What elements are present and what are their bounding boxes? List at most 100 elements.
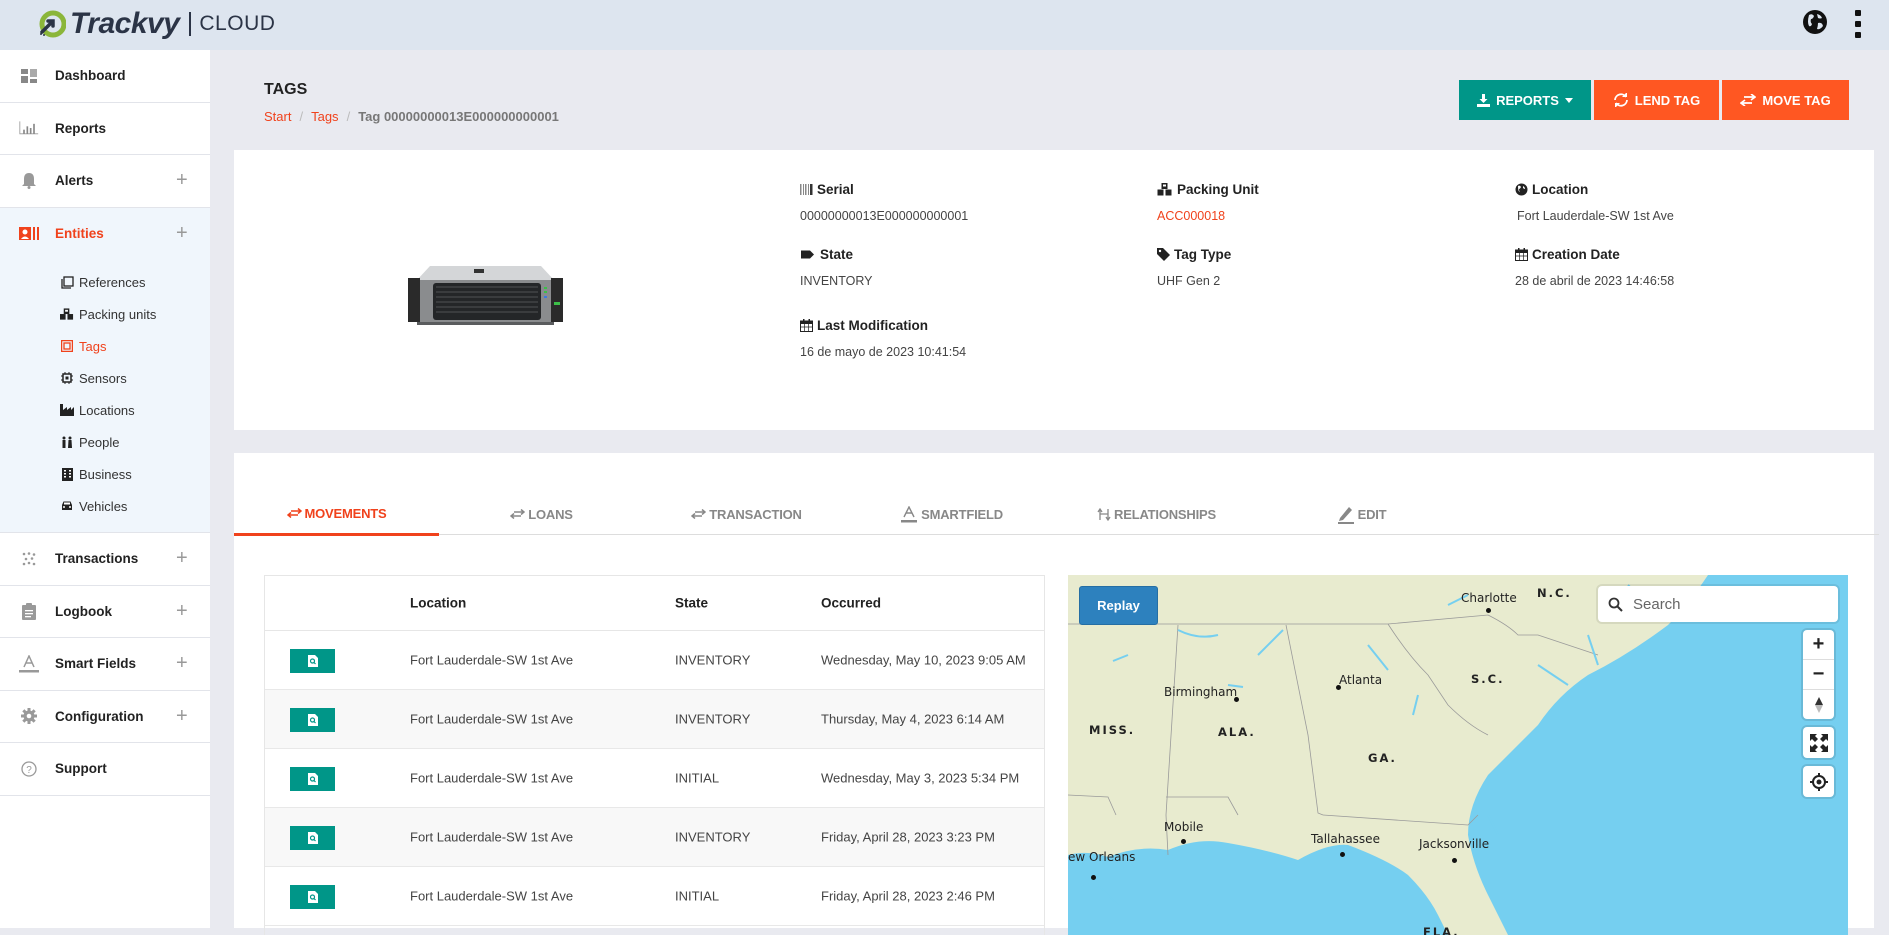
state-value: INVENTORY	[800, 274, 873, 288]
expand-icon[interactable]: +	[176, 169, 188, 192]
zoom-in-button[interactable]: +	[1803, 630, 1834, 660]
sidebar-subitem-sensors[interactable]: Sensors	[0, 362, 210, 394]
column-header-state[interactable]: State	[675, 596, 708, 611]
tab-movements[interactable]: MOVEMENTS	[234, 493, 439, 536]
column-header-location[interactable]: Location	[410, 596, 466, 611]
sidebar-subitem-references[interactable]: References	[0, 266, 210, 298]
tab-edit[interactable]: EDIT	[1259, 493, 1464, 535]
kebab-menu-icon[interactable]	[1851, 9, 1865, 39]
lend-tag-label: LEND TAG	[1634, 92, 1701, 108]
sidebar-subitem-business[interactable]: Business	[0, 458, 210, 490]
replay-button[interactable]: Replay	[1079, 586, 1158, 625]
field-packing-unit: Packing Unit ACC000018	[1157, 182, 1259, 223]
cubes-icon	[60, 307, 74, 321]
tag-type-label: Tag Type	[1174, 247, 1232, 262]
tab-label: MOVEMENTS	[304, 505, 387, 521]
breadcrumb-tags[interactable]: Tags	[311, 109, 338, 124]
lend-tag-button[interactable]: LEND TAG	[1594, 80, 1719, 120]
breadcrumb-separator: /	[299, 109, 304, 124]
sidebar-item-support[interactable]: ? Support	[0, 743, 210, 796]
location-value: Fort Lauderdale-SW 1st Ave	[1517, 209, 1674, 223]
view-movement-button[interactable]	[290, 708, 335, 732]
cell-location: Fort Lauderdale-SW 1st Ave	[410, 652, 574, 668]
cell-state: INVENTORY	[675, 652, 751, 668]
sidebar-subitem-label: Locations	[79, 402, 135, 418]
tab-smartfield[interactable]: SMARTFIELD	[849, 493, 1054, 535]
expand-icon[interactable]: +	[176, 705, 188, 728]
tab-transaction[interactable]: TRANSACTION	[644, 493, 849, 535]
tab-label: RELATIONSHIPS	[1114, 506, 1216, 522]
file-search-icon	[307, 832, 318, 844]
breadcrumb-start[interactable]: Start	[264, 109, 291, 124]
field-location: Location Fort Lauderdale-SW 1st Ave	[1515, 182, 1674, 223]
map-search-input[interactable]	[1633, 595, 1813, 613]
sidebar-item-label: Dashboard	[55, 68, 126, 84]
sidebar-item-configuration[interactable]: Configuration +	[0, 691, 210, 743]
tab-label: SMARTFIELD	[921, 506, 1003, 522]
view-movement-button[interactable]	[290, 826, 335, 850]
sidebar-item-logbook[interactable]: Logbook +	[0, 586, 210, 638]
tab-label: TRANSACTION	[709, 506, 802, 522]
sidebar-item-transactions[interactable]: Transactions +	[0, 533, 210, 586]
file-search-icon	[307, 655, 318, 667]
pencil-icon	[1337, 506, 1354, 524]
table-row: Fort Lauderdale-SW 1st Ave INITIAL Wedne…	[265, 749, 1044, 808]
sidebar-item-smart-fields[interactable]: Smart Fields +	[0, 638, 210, 691]
movements-map[interactable]: Charlotte Atlanta Birmingham Mobile Tall…	[1068, 575, 1848, 935]
packing-unit-link[interactable]: ACC000018	[1157, 209, 1259, 223]
fullscreen-button[interactable]	[1803, 727, 1834, 758]
sidebar-item-entities[interactable]: Entities +	[0, 208, 210, 261]
logo-divider	[189, 12, 192, 36]
relationships-icon	[1097, 507, 1111, 521]
view-movement-button[interactable]	[290, 649, 335, 673]
breadcrumb-current: Tag 00000000013E000000000001	[358, 109, 559, 124]
creation-date-value: 28 de abril de 2023 14:46:58	[1515, 274, 1675, 288]
tab-relationships[interactable]: RELATIONSHIPS	[1054, 493, 1259, 535]
bell-icon	[19, 171, 39, 191]
sidebar-subitem-packing-units[interactable]: Packing units	[0, 298, 210, 330]
detail-tabs: MOVEMENTS LOANS TRANSACTION SMARTFIELD R…	[234, 493, 1879, 536]
compass-reset-button[interactable]	[1803, 690, 1834, 719]
tab-loans[interactable]: LOANS	[439, 493, 644, 535]
cubes-icon	[1157, 183, 1172, 196]
move-tag-button[interactable]: MOVE TAG	[1722, 80, 1849, 120]
map-city-dot	[1091, 875, 1096, 880]
sidebar-subitem-label: People	[79, 434, 120, 450]
sidebar-subitem-tags[interactable]: Tags	[0, 330, 210, 362]
expand-icon[interactable]: +	[176, 222, 188, 245]
field-serial: Serial 00000000013E000000000001	[800, 182, 968, 223]
column-header-occurred[interactable]: Occurred	[821, 596, 881, 611]
sidebar-item-label: Smart Fields	[55, 656, 137, 672]
sidebar-item-alerts[interactable]: Alerts +	[0, 155, 210, 208]
clipboard-icon	[19, 601, 39, 621]
map-city-dot	[1340, 852, 1345, 857]
sidebar-item-label: Alerts	[55, 173, 94, 189]
app-logo[interactable]: Trackvy CLOUD	[38, 6, 275, 42]
map-city-label: Tallahassee	[1311, 832, 1380, 846]
cell-location: Fort Lauderdale-SW 1st Ave	[410, 888, 574, 904]
packing-unit-label: Packing Unit	[1177, 182, 1259, 197]
page-title: TAGS	[264, 81, 308, 98]
zoom-out-button[interactable]: −	[1803, 660, 1834, 690]
globe-icon[interactable]	[1802, 9, 1828, 35]
reports-dropdown-button[interactable]: REPORTS	[1459, 80, 1591, 120]
sidebar-item-reports[interactable]: Reports	[0, 103, 210, 155]
exchange-icon	[1740, 94, 1757, 106]
view-movement-button[interactable]	[290, 885, 335, 909]
map-state-label: ALA.	[1218, 725, 1256, 739]
sidebar-subitem-locations[interactable]: Locations	[0, 394, 210, 426]
sidebar-subitem-vehicles[interactable]: Vehicles	[0, 490, 210, 522]
calendar-icon	[800, 319, 813, 332]
people-icon	[60, 435, 74, 449]
expand-icon[interactable]: +	[176, 547, 188, 570]
expand-icon[interactable]: +	[176, 600, 188, 623]
sidebar-item-dashboard[interactable]: Dashboard	[0, 50, 210, 103]
view-movement-button[interactable]	[290, 767, 335, 791]
cell-state: INITIAL	[675, 770, 720, 786]
kebab-dot	[1855, 21, 1861, 27]
expand-icon[interactable]: +	[176, 652, 188, 675]
sidebar-subitem-people[interactable]: People	[0, 426, 210, 458]
map-city-label: Atlanta	[1339, 673, 1383, 687]
location-label: Location	[1532, 182, 1589, 197]
geolocate-button[interactable]	[1803, 766, 1834, 797]
